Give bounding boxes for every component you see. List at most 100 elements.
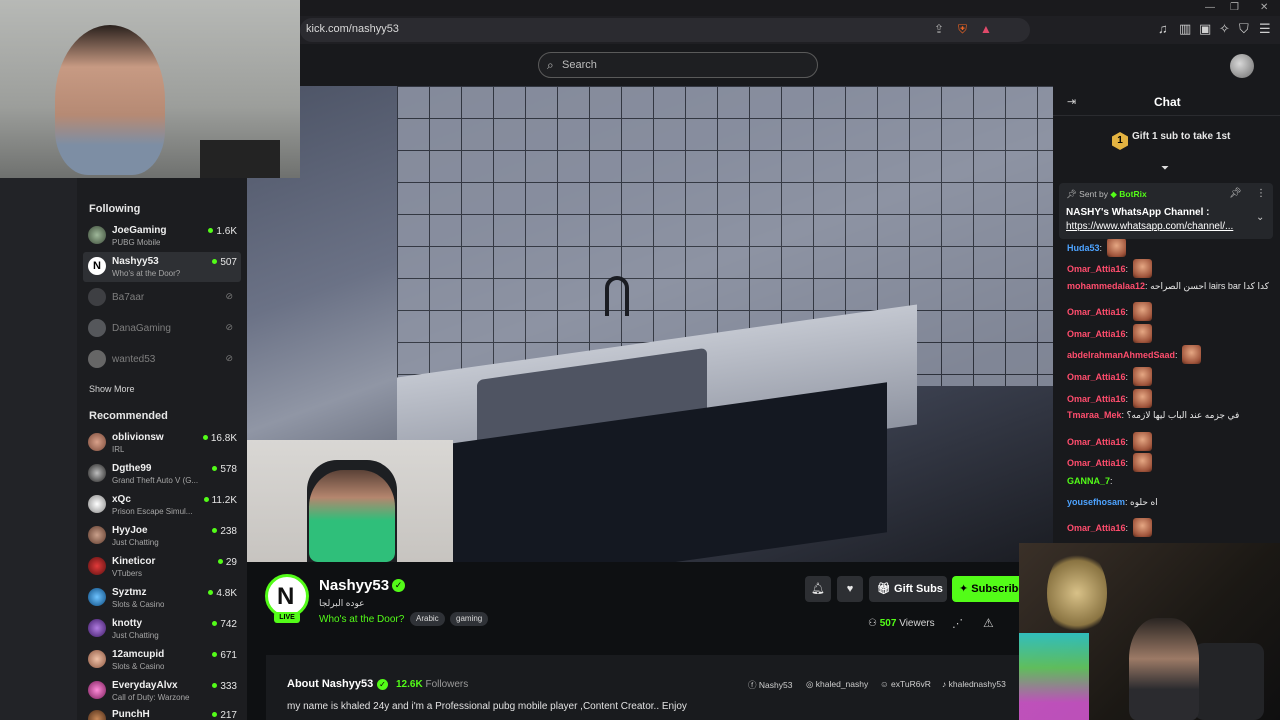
webcam-overlay [247,440,453,562]
avatar-letter: N [277,583,295,610]
sidebar-item-recommended[interactable]: EverydayAlvx Call of Duty: Warzone 333 [83,676,241,706]
menu-icon[interactable]: ☰ [1259,21,1271,37]
follow-heart-button[interactable]: ♥ [837,576,863,602]
chat-message: Omar_Attia16: [1067,367,1152,386]
chat-username[interactable]: Omar_Attia16 [1067,437,1126,447]
chat-text: في جزمه عند الباب ليها لازمه؟ [1126,410,1240,420]
chevron-down-icon[interactable]: ⌄ [1256,212,1264,223]
gift-leaderboard[interactable]: 1 Gift 1 sub to take 1st [1112,131,1230,150]
more-options-icon[interactable]: ⋮ [1256,188,1266,199]
sidebar-item-wanted53[interactable]: wanted53 ⊘ [83,345,241,375]
channel-category: Just Chatting [112,631,159,640]
tag-gaming[interactable]: gaming [450,612,489,626]
chat-separator: : [1125,264,1131,274]
pinned-link[interactable]: https://www.whatsapp.com/channel/... [1066,221,1246,232]
viewer-count-value: 217 [220,710,237,720]
screen: — ❐ ✕ kick.com/nashyy53 ⇪ ⛨ ▲ ♫ ▥ ▣ ✧ ⛉ … [0,0,1280,720]
address-bar[interactable]: kick.com/nashyy53 ⇪ ⛨ ▲ [300,18,1030,42]
channel-name: Nashyy53 [112,256,159,267]
webcam-person [1129,618,1199,720]
viewer-count: 333 [212,681,237,692]
channel-name: PunchH [112,709,150,720]
sidebar-toggle-icon[interactable]: ▥ [1179,21,1191,37]
sidebar-item-recommended[interactable]: Syztmz Slots & Casino 4.8K [83,583,241,613]
streamer-name[interactable]: Nashyy53 [319,577,389,594]
subscribe-button[interactable]: ✦ Subscribe [952,576,1022,602]
sidebar-item-danagaming[interactable]: DanaGaming ⊘ [83,314,241,344]
chat-username[interactable]: Tmaraa_Mek [1067,410,1122,420]
live-dot-icon [212,621,218,626]
live-dot-icon [203,497,209,502]
channel-category: IRL [112,445,125,454]
chat-message: yousefhosam: اه حلوه [1067,497,1158,508]
chat-username[interactable]: Omar_Attia16 [1067,394,1126,404]
chat-username[interactable]: abdelrahmanAhmedSaad [1067,350,1175,360]
minimize-icon[interactable]: — [1205,2,1215,13]
music-icon[interactable]: ♫ [1158,21,1168,36]
chat-username[interactable]: Omar_Attia16 [1067,523,1126,533]
close-icon[interactable]: ✕ [1260,2,1268,13]
expand-icon[interactable]: ⏷ [1161,163,1169,174]
chat-username[interactable]: Huda53 [1067,243,1100,253]
gift-subs-label: Gift Subs [894,583,943,595]
report-icon[interactable]: ⚠ [983,616,994,630]
viewers-label: Viewers [899,618,935,629]
vpn-icon[interactable]: ⛉ [1239,21,1249,37]
sidebar-item-recommended[interactable]: 12amcupid Slots & Casino 671 [83,645,241,675]
search-input[interactable]: ⌕ Search [538,52,818,78]
chat-username[interactable]: GANNA_7 [1067,476,1110,486]
gift-subs-button[interactable]: 🎁︎ Gift Subs [869,576,947,602]
sidebar-item-recommended[interactable]: PunchH 217 [83,705,241,720]
avatar [88,557,106,575]
sidebar-item-recommended[interactable]: xQc Prison Escape Simul... 11.2K [83,490,241,520]
chat-username[interactable]: Omar_Attia16 [1067,458,1126,468]
chat-emote-icon [1132,324,1152,343]
url-text: kick.com/nashyy53 [306,23,399,35]
chat-message: Omar_Attia16: [1067,453,1152,472]
verified-icon: ✓ [377,679,388,690]
chat-username[interactable]: yousefhosam [1067,497,1125,507]
social-instagram[interactable]: ◎ khaled_nashy [806,679,868,690]
viewer-count-value: 671 [220,650,237,661]
live-dot-icon [208,228,214,233]
sidebar-item-recommended[interactable]: Kineticor VTubers 29 [83,552,241,582]
stream-category-link[interactable]: Who's at the Door? [319,614,404,625]
channel-name: EverydayAlvx [112,680,178,691]
pinned-sender: 📌︎ Sent by ◆ BotRix [1066,189,1147,200]
live-dot-icon [212,466,218,471]
share-icon[interactable]: ⋰ [952,617,963,630]
social-discord[interactable]: ☺ exTuR6vR [880,679,931,689]
warning-triangle-icon[interactable]: ▲ [980,22,992,36]
notification-bell-button[interactable]: 🔔︎ [805,576,831,602]
collapse-chat-icon[interactable]: ⇥ [1067,95,1076,108]
sidebar-item-joegaming[interactable]: JoeGaming PUBG Mobile 1.6K [83,221,241,251]
social-tiktok[interactable]: ♪ khalednashy53 [942,679,1006,689]
chat-text: اه حلوه [1130,497,1158,507]
chat-text: احسن الصراحه lairs bar كدا كدا [1150,281,1269,291]
pin-icon[interactable]: 📌︎ [1229,188,1242,199]
shield-icon[interactable]: ⛨ [958,22,967,37]
share-icon[interactable]: ⇪ [934,22,944,36]
viewer-count-value: 742 [220,619,237,630]
chat-username[interactable]: Omar_Attia16 [1067,264,1126,274]
chat-username[interactable]: Omar_Attia16 [1067,329,1126,339]
offline-icon: ⊘ [225,353,233,363]
sidebar-item-recommended[interactable]: oblivionsw IRL 16.8K [83,428,241,458]
avatar [88,495,106,513]
sidebar-item-recommended[interactable]: HyyJoe Just Chatting 238 [83,521,241,551]
social-facebook[interactable]: ⓕ Nashy53 [748,679,792,691]
sidebar-item-recommended[interactable]: knotty Just Chatting 742 [83,614,241,644]
chat-username[interactable]: Omar_Attia16 [1067,307,1126,317]
maximize-icon[interactable]: ❐ [1230,2,1239,13]
show-more-button[interactable]: Show More [89,384,135,394]
sparkle-icon[interactable]: ✧ [1219,21,1230,37]
chat-username[interactable]: mohammedalaa12 [1067,281,1145,291]
viewer-count-value: 507 [220,257,237,268]
chat-username[interactable]: Omar_Attia16 [1067,372,1126,382]
sidebar-item-ba7aar[interactable]: Ba7aar ⊘ [83,283,241,313]
wallet-icon[interactable]: ▣ [1199,21,1211,37]
sidebar-item-nashyy53[interactable]: N Nashyy53 Who's at the Door? 507 [83,252,241,282]
tag-arabic[interactable]: Arabic [410,612,445,626]
user-avatar[interactable] [1230,54,1254,78]
sidebar-item-recommended[interactable]: Dgthe99 Grand Theft Auto V (G... 578 [83,459,241,489]
